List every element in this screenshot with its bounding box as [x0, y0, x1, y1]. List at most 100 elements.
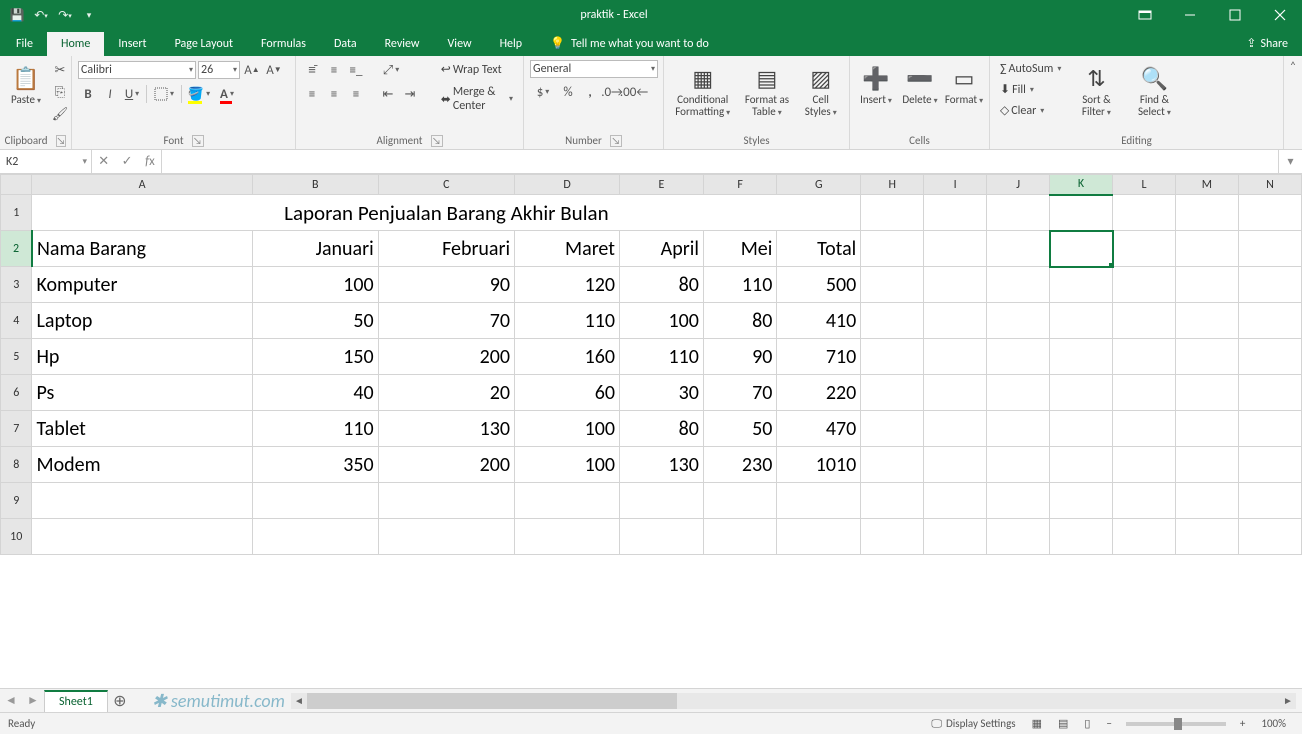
column-header-G[interactable]: G — [777, 175, 861, 195]
cell[interactable] — [1050, 195, 1113, 231]
data-cell[interactable]: 80 — [619, 267, 703, 303]
tab-file[interactable]: File — [2, 32, 47, 56]
alignment-launcher[interactable]: ↘ — [431, 135, 443, 147]
close-button[interactable] — [1257, 0, 1302, 30]
new-sheet-button[interactable]: ⊕ — [108, 691, 132, 711]
sheet-nav-next[interactable]: ► — [22, 693, 44, 708]
sheet-tab-active[interactable]: Sheet1 — [44, 690, 108, 712]
data-cell[interactable]: 100 — [515, 411, 620, 447]
cell[interactable] — [515, 483, 620, 519]
bold-button[interactable]: B — [78, 84, 98, 104]
cell[interactable] — [1238, 231, 1301, 267]
fill-button[interactable]: ⬇Fill — [996, 80, 1065, 99]
view-normal-icon[interactable]: ▦ — [1024, 717, 1050, 730]
scroll-left-icon[interactable]: ◄ — [291, 693, 307, 709]
data-cell[interactable]: 90 — [703, 339, 776, 375]
column-header-K[interactable]: K — [1050, 175, 1113, 195]
cell[interactable] — [619, 519, 703, 555]
cell[interactable] — [1175, 195, 1238, 231]
column-header-H[interactable]: H — [861, 175, 924, 195]
tab-home[interactable]: Home — [47, 32, 104, 56]
data-cell[interactable]: 70 — [703, 375, 776, 411]
table-header[interactable]: Januari — [252, 231, 378, 267]
cell[interactable] — [1050, 447, 1113, 483]
data-cell[interactable]: 200 — [378, 339, 514, 375]
row-header-8[interactable]: 8 — [1, 447, 32, 483]
decrease-font-icon[interactable]: A▼ — [264, 60, 284, 80]
undo-icon[interactable]: ↶▾ — [32, 6, 50, 24]
cell[interactable] — [1238, 447, 1301, 483]
cell[interactable] — [1050, 519, 1113, 555]
tab-view[interactable]: View — [434, 32, 486, 56]
cell[interactable] — [1050, 483, 1113, 519]
cell[interactable] — [1113, 519, 1176, 555]
column-header-I[interactable]: I — [924, 175, 987, 195]
font-size-combo[interactable]: 26▾ — [198, 61, 240, 79]
underline-button[interactable]: U — [122, 84, 142, 104]
data-cell[interactable]: 110 — [703, 267, 776, 303]
expand-formula-bar-icon[interactable]: ▾ — [1278, 150, 1302, 173]
data-cell[interactable]: 80 — [703, 303, 776, 339]
cell[interactable] — [515, 519, 620, 555]
maximize-button[interactable] — [1212, 0, 1257, 30]
zoom-out-button[interactable]: − — [1098, 717, 1119, 730]
cut-icon[interactable]: ✂ — [50, 60, 70, 80]
redo-icon[interactable]: ↷▾ — [56, 6, 74, 24]
cell[interactable] — [861, 267, 924, 303]
cell[interactable] — [924, 195, 987, 231]
column-header-B[interactable]: B — [252, 175, 378, 195]
cell[interactable] — [987, 231, 1050, 267]
cell[interactable] — [1050, 303, 1113, 339]
data-cell[interactable]: 500 — [777, 267, 861, 303]
name-box[interactable]: K2▾ — [0, 150, 92, 173]
qat-customize-icon[interactable]: ▾ — [80, 6, 98, 24]
cell[interactable] — [1238, 303, 1301, 339]
row-header-4[interactable]: 4 — [1, 303, 32, 339]
cancel-formula-icon[interactable]: ✕ — [98, 154, 109, 169]
column-header-D[interactable]: D — [515, 175, 620, 195]
row-header-9[interactable]: 9 — [1, 483, 32, 519]
cell[interactable] — [252, 519, 378, 555]
tab-page-layout[interactable]: Page Layout — [161, 32, 247, 56]
autosum-button[interactable]: ∑AutoSum — [996, 60, 1065, 78]
cell[interactable] — [378, 519, 514, 555]
item-name[interactable]: Modem — [32, 447, 252, 483]
clear-button[interactable]: ◇Clear — [996, 101, 1065, 120]
cell[interactable] — [1050, 375, 1113, 411]
cell[interactable] — [1238, 339, 1301, 375]
item-name[interactable]: Hp — [32, 339, 252, 375]
tab-data[interactable]: Data — [320, 32, 371, 56]
cell[interactable] — [1050, 411, 1113, 447]
cell[interactable] — [777, 483, 861, 519]
align-center-icon[interactable]: ≡ — [324, 84, 344, 104]
font-name-combo[interactable]: Calibri▾ — [78, 61, 196, 79]
data-cell[interactable]: 50 — [703, 411, 776, 447]
data-cell[interactable]: 350 — [252, 447, 378, 483]
view-page-layout-icon[interactable]: ▤ — [1050, 717, 1076, 730]
cell[interactable] — [1113, 447, 1176, 483]
conditional-formatting-button[interactable]: ▦Conditional Formatting — [670, 60, 735, 120]
report-title[interactable]: Laporan Penjualan Barang Akhir Bulan — [32, 195, 861, 231]
item-name[interactable]: Komputer — [32, 267, 252, 303]
align-bottom-icon[interactable]: ≡_ — [346, 60, 366, 80]
column-header-F[interactable]: F — [703, 175, 776, 195]
data-cell[interactable]: 470 — [777, 411, 861, 447]
cell[interactable] — [861, 195, 924, 231]
cell[interactable] — [861, 231, 924, 267]
data-cell[interactable]: 230 — [703, 447, 776, 483]
cell[interactable] — [1113, 483, 1176, 519]
fill-color-button[interactable]: 🪣 — [186, 84, 212, 104]
cell[interactable] — [987, 303, 1050, 339]
cell[interactable] — [1113, 411, 1176, 447]
cell[interactable] — [861, 339, 924, 375]
minimize-button[interactable] — [1167, 0, 1212, 30]
data-cell[interactable]: 100 — [515, 447, 620, 483]
find-select-button[interactable]: 🔍Find & Select — [1127, 60, 1181, 120]
decrease-indent-icon[interactable]: ⇤ — [378, 84, 398, 104]
cell[interactable] — [32, 483, 252, 519]
decrease-decimal-icon[interactable]: .00← — [624, 82, 644, 102]
column-header-C[interactable]: C — [378, 175, 514, 195]
cell[interactable] — [1050, 339, 1113, 375]
format-painter-icon[interactable]: 🖌 — [50, 104, 70, 124]
zoom-slider[interactable] — [1126, 722, 1226, 726]
